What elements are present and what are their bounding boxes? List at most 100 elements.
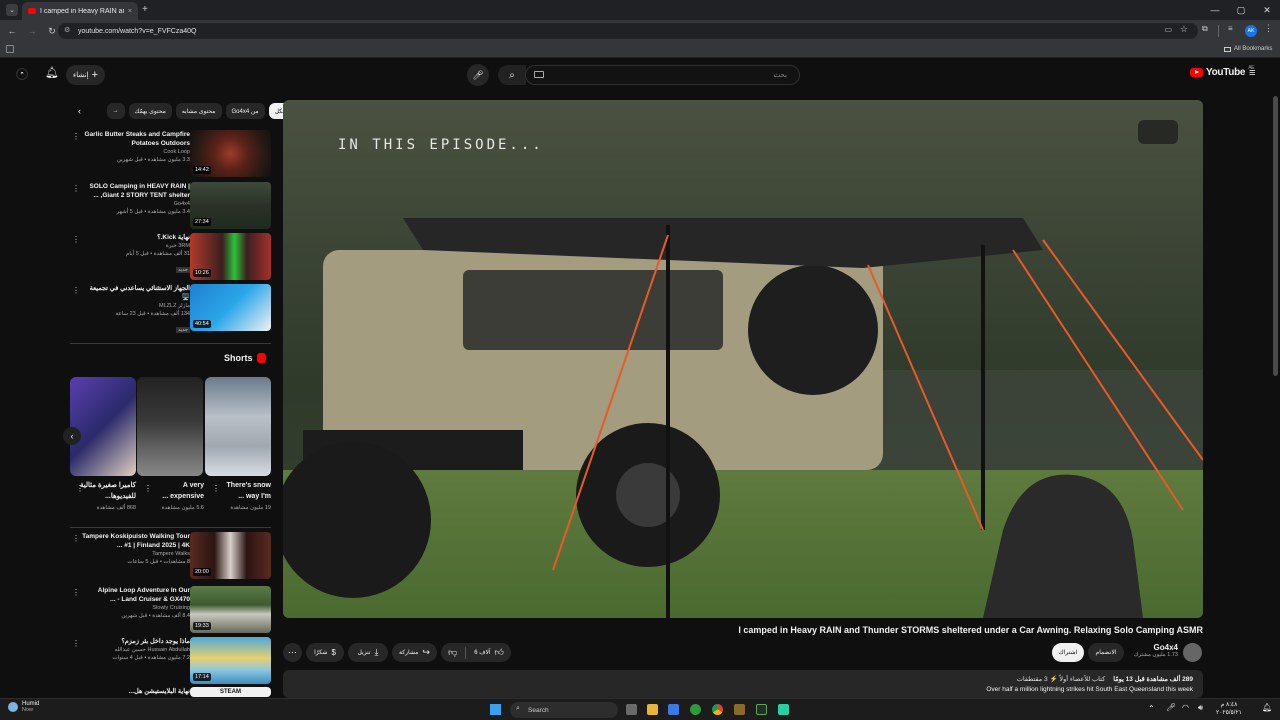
- windows-start-icon[interactable]: [490, 704, 501, 715]
- thanks-button[interactable]: شكرًا $: [306, 643, 344, 662]
- search-button[interactable]: ⌕: [498, 65, 526, 85]
- maximize-icon[interactable]: ▢: [1228, 0, 1254, 20]
- cast-icon[interactable]: ▭: [1164, 25, 1172, 34]
- account-avatar[interactable]: ◓: [16, 68, 28, 80]
- wifi-icon[interactable]: ◠: [1182, 703, 1189, 712]
- more-actions-icon[interactable]: ⋮: [144, 484, 152, 493]
- short-thumbnail[interactable]: [70, 377, 136, 476]
- extensions-icon[interactable]: ⧉: [1202, 24, 1208, 34]
- chip-related[interactable]: محتوى مشابه: [175, 103, 222, 119]
- short-caption[interactable]: كاميرا صغيرة مثالية للفيديوها... 868 ألف…: [80, 480, 136, 511]
- description-box[interactable]: 289 ألف مشاهدة قبل 13 يومًا كتاب للأعضاء…: [283, 670, 1203, 698]
- chip-from-channel[interactable]: من Go4x4: [225, 103, 265, 119]
- notifications-icon[interactable]: 🔔︎: [1262, 703, 1272, 712]
- clock[interactable]: ٨:٤٨ م ٢٠٢٥/٥/٢١: [1216, 701, 1242, 717]
- subscribe-button[interactable]: اشتراك: [1052, 643, 1084, 662]
- voice-search-button[interactable]: 🎤︎: [467, 64, 489, 86]
- short-caption[interactable]: A very expensive ... 5.6 مليون مشاهدة: [148, 480, 204, 511]
- dislike-icon[interactable]: 👎︎: [448, 647, 457, 658]
- create-button[interactable]: إنشاء +: [66, 65, 105, 85]
- back-icon[interactable]: ←: [4, 23, 20, 39]
- volume-icon[interactable]: 🔊︎: [1198, 703, 1203, 713]
- list-item[interactable]: ⋮ Garlic Butter Steaks and Campfire Pota…: [68, 130, 271, 177]
- address-bar[interactable]: ⚙ youtube.com/watch?v=e_FVFCza40Q ▭ ☆: [58, 23, 1198, 39]
- new-tab-button[interactable]: +: [142, 4, 148, 15]
- weather-widget[interactable]: Humid Now: [8, 701, 39, 713]
- like-icon[interactable]: 👍︎: [495, 647, 504, 658]
- chip-next-icon[interactable]: →: [106, 103, 125, 119]
- list-item[interactable]: ⋮ SOLO Camping in HEAVY RAIN | Giant 2 S…: [68, 182, 271, 229]
- forward-icon[interactable]: →: [24, 23, 40, 39]
- list-item[interactable]: ⋮ Tampere Koskipuisto Walking Tour #1 | …: [68, 532, 271, 579]
- app-icon[interactable]: [734, 704, 745, 715]
- more-actions-icon[interactable]: ⋮: [72, 184, 80, 193]
- list-item[interactable]: ⋮ الجهاز الاستثنائي يساعدني في تجميعة 🖥️…: [68, 284, 271, 336]
- close-window-icon[interactable]: ✕: [1254, 0, 1280, 20]
- search-input[interactable]: بحث: [525, 65, 800, 85]
- tray-mic-icon[interactable]: 🎤︎: [1166, 703, 1176, 712]
- share-button[interactable]: مشاركة ↪: [392, 643, 437, 662]
- more-actions-icon[interactable]: ⋮: [212, 484, 220, 493]
- video-thumbnail[interactable]: 27:34: [190, 182, 271, 229]
- site-info-icon[interactable]: ⚙: [64, 26, 70, 34]
- more-actions-icon[interactable]: ⋮: [72, 639, 80, 648]
- list-item[interactable]: ⋮ Alpine Loop Adventure In Our Land Crui…: [68, 586, 271, 633]
- chip-for-you[interactable]: محتوى يهمّك: [128, 103, 172, 119]
- list-item[interactable]: ⋮ نهاية Kick.؟ 3RM خبرة 31 ألف مشاهدة • …: [68, 233, 271, 280]
- tab-search-icon[interactable]: ⌄: [6, 4, 18, 16]
- more-actions-icon[interactable]: ⋮: [72, 132, 80, 141]
- short-thumbnail[interactable]: [205, 377, 271, 476]
- video-thumbnail[interactable]: 20:00: [190, 532, 271, 579]
- video-thumbnail[interactable]: 14:42: [190, 130, 271, 177]
- filter-chips: الكل من Go4x4 محتوى مشابه محتوى يهمّك →: [96, 103, 292, 119]
- short-title: A very expensive ...: [162, 482, 204, 500]
- store-icon[interactable]: [668, 704, 679, 715]
- short-views: 19 مليون مشاهدة: [230, 505, 271, 511]
- reading-list-icon[interactable]: ≡: [1228, 24, 1233, 33]
- download-button[interactable]: تنزيل ⤓: [348, 643, 388, 662]
- bookmark-star-icon[interactable]: ☆: [1180, 24, 1188, 35]
- list-item[interactable]: ⋮ ماذا يوجد داخل بئر زمزم؟ Hussain Abdul…: [68, 637, 271, 684]
- chips-prev-icon[interactable]: ‹: [78, 106, 81, 116]
- chrome-menu-icon[interactable]: ⋮: [1264, 23, 1273, 34]
- video-thumbnail[interactable]: STEAM: [190, 687, 271, 697]
- app-icon-2[interactable]: [778, 704, 789, 715]
- task-view-icon[interactable]: [626, 704, 637, 715]
- like-count[interactable]: 6 آلاف: [474, 649, 490, 656]
- more-actions-icon[interactable]: ⋮: [72, 588, 80, 597]
- list-item[interactable]: نهاية البلايستيشن هل... STEAM: [68, 687, 271, 697]
- video-thumbnail[interactable]: 10:26: [190, 233, 271, 280]
- notifications-bell-icon[interactable]: 🔔︎: [45, 66, 59, 79]
- xbox-icon[interactable]: [690, 704, 701, 715]
- taskbar-search[interactable]: ⌕ Search: [510, 702, 618, 718]
- more-actions-button[interactable]: ⋯: [283, 643, 302, 662]
- tray-chevron-icon[interactable]: ⌃: [1148, 704, 1155, 713]
- more-actions-icon[interactable]: ⋮: [76, 484, 84, 493]
- video-thumbnail[interactable]: 40:54: [190, 284, 271, 331]
- more-actions-icon[interactable]: ⋮: [72, 235, 80, 244]
- terminal-icon[interactable]: [756, 704, 767, 715]
- guide-menu-icon[interactable]: ≡: [1249, 67, 1255, 79]
- apps-grid-icon[interactable]: [6, 45, 14, 53]
- browser-tab[interactable]: I camped in Heavy RAIN and Th... ×: [22, 2, 138, 20]
- all-bookmarks-folder[interactable]: All Bookmarks: [1224, 46, 1272, 52]
- tab-close-icon[interactable]: ×: [128, 8, 132, 15]
- video-player[interactable]: IN THIS EPISODE...: [283, 100, 1203, 618]
- shorts-prev-icon[interactable]: ‹: [63, 427, 81, 445]
- minimize-icon[interactable]: —: [1202, 0, 1228, 20]
- chrome-icon[interactable]: [712, 704, 723, 715]
- short-caption[interactable]: There's snow way I'm ... 19 مليون مشاهدة: [215, 480, 271, 511]
- youtube-logo[interactable]: YouTube AE: [1190, 65, 1255, 78]
- short-thumbnail[interactable]: [137, 377, 203, 476]
- more-horizontal-icon: ⋯: [288, 647, 297, 657]
- video-thumbnail[interactable]: 17:14: [190, 637, 271, 684]
- page-scrollbar[interactable]: [1273, 96, 1278, 376]
- more-actions-icon[interactable]: ⋮: [72, 286, 80, 295]
- keyboard-icon[interactable]: [534, 71, 544, 78]
- video-thumbnail[interactable]: 19:33: [190, 586, 271, 633]
- profile-avatar[interactable]: AK: [1245, 25, 1257, 37]
- join-button[interactable]: الانضمام: [1088, 643, 1124, 662]
- channel-avatar[interactable]: [1183, 643, 1202, 662]
- file-explorer-icon[interactable]: [647, 704, 658, 715]
- more-actions-icon[interactable]: ⋮: [72, 534, 80, 543]
